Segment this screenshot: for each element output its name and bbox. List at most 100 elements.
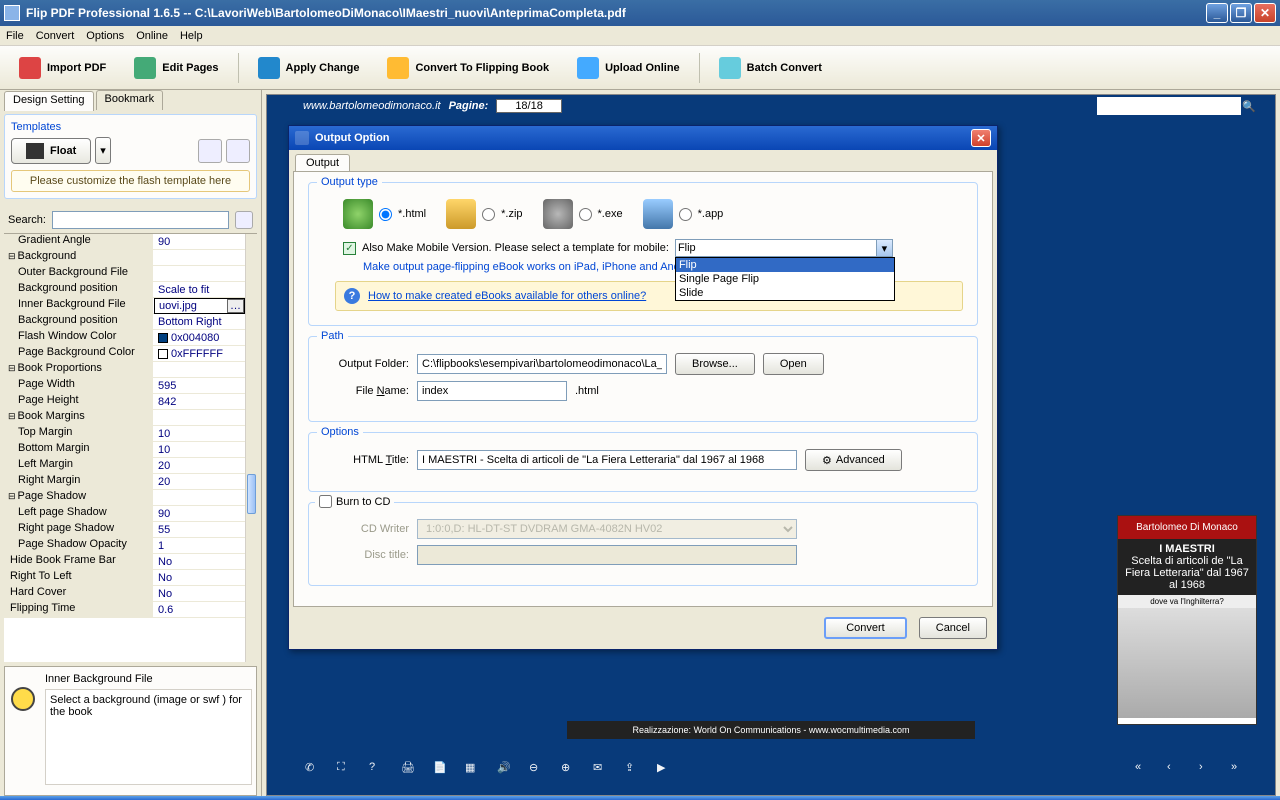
prop-val[interactable]: 10 <box>154 426 245 441</box>
prop-val[interactable]: Scale to fit <box>154 282 245 297</box>
float-label: Float <box>50 145 76 157</box>
prop-val[interactable]: 10 <box>154 442 245 457</box>
prop-val[interactable]: Bottom Right <box>154 314 245 329</box>
prop-val[interactable]: 595 <box>154 378 245 393</box>
sound-icon[interactable]: 🔊 <box>497 761 513 777</box>
edit-pages-button[interactable]: Edit Pages <box>123 51 229 85</box>
info-icon: ? <box>344 288 360 304</box>
minimize-button[interactable]: _ <box>1206 3 1228 23</box>
left-tabs: Design Setting Bookmark <box>0 90 261 110</box>
dropdown-option-flip[interactable]: Flip <box>676 258 894 272</box>
tab-design-setting[interactable]: Design Setting <box>4 91 94 111</box>
phone-icon[interactable]: ✆ <box>305 761 321 777</box>
print-icon[interactable]: 🖨 <box>401 761 417 777</box>
search-icon[interactable]: 🔍 <box>1241 97 1257 115</box>
thumbnails-icon[interactable]: ▦ <box>465 761 481 777</box>
prop-group[interactable]: Page Shadow <box>4 490 154 505</box>
output-folder-input[interactable] <box>417 354 667 374</box>
scrollbar[interactable] <box>245 234 257 662</box>
export-template-icon[interactable] <box>226 139 250 163</box>
radio-zip[interactable] <box>482 208 495 221</box>
convert-button[interactable]: Convert <box>824 617 907 639</box>
app-icon <box>4 5 20 21</box>
template-float-button[interactable]: Float <box>11 138 91 164</box>
radio-app[interactable] <box>679 208 692 221</box>
prop-val[interactable]: 1 <box>154 538 245 553</box>
page-indicator[interactable]: 18/18 <box>496 99 562 113</box>
file-name-input[interactable] <box>417 381 567 401</box>
upload-online-button[interactable]: Upload Online <box>566 51 691 85</box>
preview-search-input[interactable] <box>1097 97 1241 115</box>
zoom-out-icon[interactable]: ⊖ <box>529 761 545 777</box>
tab-bookmark[interactable]: Bookmark <box>96 90 164 110</box>
dialog-tab-output[interactable]: Output <box>295 154 350 171</box>
radio-html[interactable] <box>379 208 392 221</box>
burn-checkbox[interactable] <box>319 495 332 508</box>
browse-button[interactable]: Browse... <box>675 353 755 375</box>
last-page-icon[interactable]: » <box>1231 761 1247 777</box>
menu-file[interactable]: File <box>6 30 24 42</box>
save-template-icon[interactable] <box>198 139 222 163</box>
scrollbar-thumb[interactable] <box>247 474 256 514</box>
search-input[interactable] <box>52 211 229 229</box>
open-button[interactable]: Open <box>763 353 824 375</box>
help-icon[interactable]: ? <box>369 761 385 777</box>
cancel-button[interactable]: Cancel <box>919 617 987 639</box>
apply-change-button[interactable]: Apply Change <box>247 51 371 85</box>
menu-convert[interactable]: Convert <box>36 30 75 42</box>
prop-group[interactable]: Book Margins <box>4 410 154 425</box>
menu-help[interactable]: Help <box>180 30 203 42</box>
mobile-template-select[interactable]: Flip ▾ Flip Single Page Flip Slide <box>675 239 893 257</box>
dialog-close-button[interactable]: ✕ <box>971 129 991 147</box>
prop-val[interactable]: 842 <box>154 394 245 409</box>
prop-group[interactable]: Background <box>4 250 154 265</box>
dropdown-option-slide[interactable]: Slide <box>676 286 894 300</box>
mobile-label: Also Make Mobile Version. Please select … <box>362 242 669 254</box>
search-go-icon[interactable] <box>235 211 253 229</box>
prop-val[interactable] <box>154 266 245 281</box>
prop-group[interactable]: Book Proportions <box>4 362 154 377</box>
prop-val[interactable]: 20 <box>154 474 245 489</box>
maximize-button[interactable]: ❐ <box>1230 3 1252 23</box>
mobile-checkbox[interactable]: ✓ <box>343 242 356 255</box>
first-page-icon[interactable]: « <box>1135 761 1151 777</box>
dropdown-option-single[interactable]: Single Page Flip <box>676 272 894 286</box>
menu-online[interactable]: Online <box>136 30 168 42</box>
prop-val[interactable]: No <box>154 554 245 569</box>
menu-options[interactable]: Options <box>86 30 124 42</box>
prop-val[interactable]: 0.6 <box>154 602 245 617</box>
fullscreen-icon[interactable]: ⛶ <box>337 761 353 777</box>
advanced-button[interactable]: ⚙Advanced <box>805 449 902 471</box>
batch-icon <box>719 57 741 79</box>
convert-button[interactable]: Convert To Flipping Book <box>376 51 560 85</box>
prop-val[interactable]: 90 <box>154 234 245 249</box>
prop-val[interactable]: 20 <box>154 458 245 473</box>
batch-convert-button[interactable]: Batch Convert <box>708 51 833 85</box>
prop-key: Hard Cover <box>4 586 154 601</box>
prev-page-icon[interactable]: ‹ <box>1167 761 1183 777</box>
document-icon[interactable]: 📄 <box>433 761 449 777</box>
close-button[interactable]: ✕ <box>1254 3 1276 23</box>
template-dropdown-button[interactable]: ▾ <box>95 137 111 164</box>
play-icon[interactable]: ▶ <box>657 761 673 777</box>
prop-val[interactable]: No <box>154 570 245 585</box>
main-toolbar: Import PDF Edit Pages Apply Change Conve… <box>0 46 1280 90</box>
info-icon <box>5 667 41 795</box>
next-page-icon[interactable]: › <box>1199 761 1215 777</box>
prop-val[interactable]: 0x004080 <box>154 330 245 345</box>
prop-val[interactable]: No <box>154 586 245 601</box>
html-title-input[interactable] <box>417 450 797 470</box>
import-pdf-button[interactable]: Import PDF <box>8 51 117 85</box>
prop-val-selected[interactable]: uovi.jpg… <box>154 298 245 314</box>
share-icon[interactable]: ⇪ <box>625 761 641 777</box>
radio-exe[interactable] <box>579 208 592 221</box>
browse-ellipsis-button[interactable]: … <box>227 299 244 313</box>
prop-val[interactable]: 55 <box>154 522 245 537</box>
radio-exe-label: *.exe <box>598 208 623 220</box>
mail-icon[interactable]: ✉ <box>593 761 609 777</box>
book-cover[interactable]: Bartolomeo Di Monaco I MAESTRI Scelta di… <box>1117 515 1257 725</box>
zoom-in-icon[interactable]: ⊕ <box>561 761 577 777</box>
prop-val[interactable]: 0xFFFFFF <box>154 346 245 361</box>
prop-val[interactable]: 90 <box>154 506 245 521</box>
howto-link[interactable]: How to make created eBooks available for… <box>368 290 646 302</box>
